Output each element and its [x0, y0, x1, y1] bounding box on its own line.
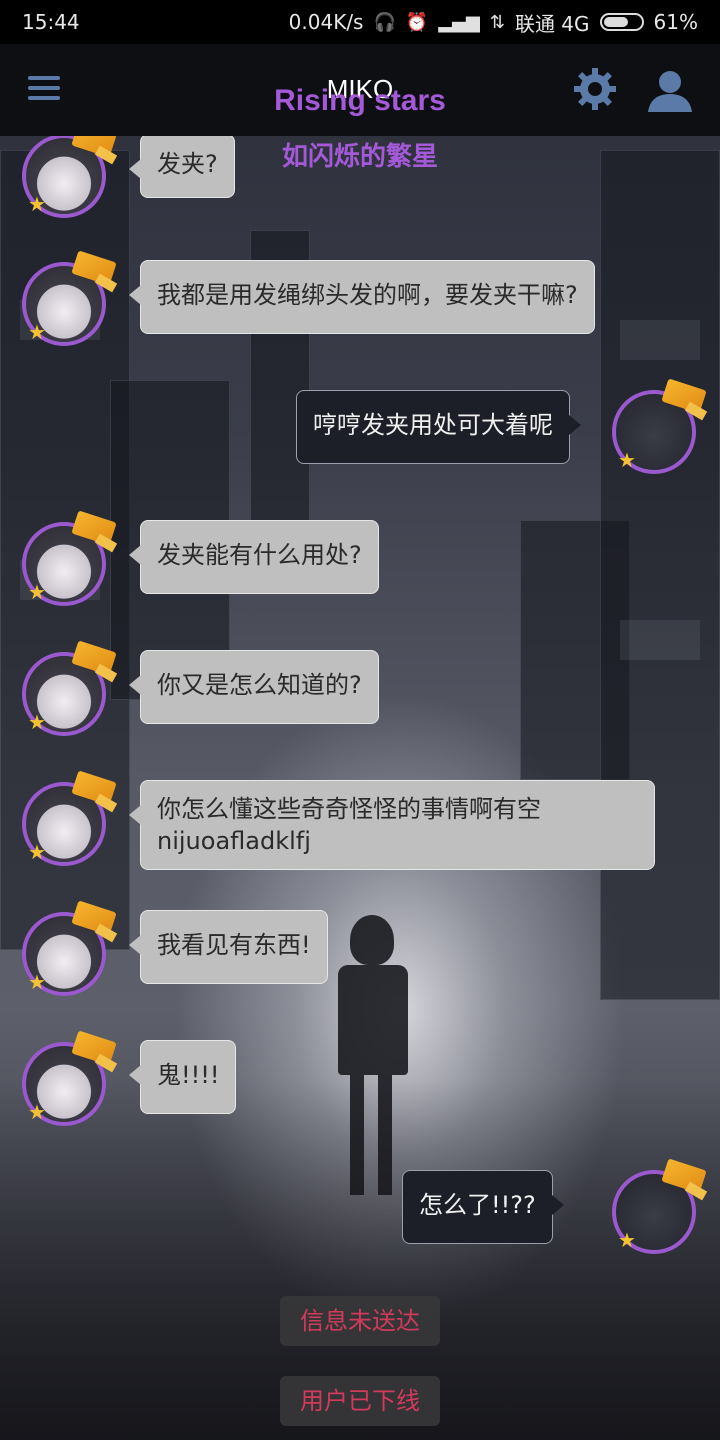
- message-bubble[interactable]: 你又是怎么知道的?: [129, 650, 379, 724]
- message-text: 你怎么懂这些奇奇怪怪的事情啊有空: [157, 795, 541, 823]
- status-time: 15:44: [22, 10, 80, 34]
- user-icon[interactable]: [646, 70, 694, 112]
- my-avatar[interactable]: ★: [610, 378, 708, 474]
- signal-icon: ▂▄▆: [438, 11, 480, 33]
- star-icon: ★: [28, 710, 46, 734]
- message-bubble[interactable]: 我看见有东西!: [129, 910, 328, 984]
- contact-avatar[interactable]: ★: [20, 1030, 118, 1126]
- contact-avatar[interactable]: ★: [20, 900, 118, 996]
- app-bar: MIKO Rising stars: [0, 44, 720, 136]
- contact-avatar[interactable]: ★: [20, 770, 118, 866]
- battery-icon: [599, 13, 644, 31]
- message-text: 哼哼发夹用处可大着呢: [313, 411, 553, 439]
- contact-avatar[interactable]: ★: [20, 640, 118, 736]
- net-speed: 0.04K/s: [288, 10, 364, 34]
- message-text: 鬼!!!!: [157, 1061, 220, 1089]
- brand-subtitle: 如闪烁的繁星: [281, 142, 438, 172]
- star-icon: ★: [28, 1100, 46, 1124]
- offline-notice: 用户已下线: [280, 1376, 440, 1426]
- my-avatar[interactable]: ★: [610, 1158, 708, 1254]
- message-bubble[interactable]: 鬼!!!!: [128, 1040, 237, 1114]
- message-text: 我都是用发绳绑头发的啊，要发夹干嘛?: [157, 281, 578, 309]
- star-icon: ★: [618, 1228, 636, 1252]
- star-icon: ★: [28, 840, 46, 864]
- contact-avatar[interactable]: ★: [20, 510, 118, 606]
- message-text: 我看见有东西!: [157, 931, 311, 959]
- gear-icon[interactable]: [572, 66, 618, 112]
- message-bubble[interactable]: 哼哼发夹用处可大着呢: [296, 390, 581, 464]
- star-icon: ★: [28, 320, 46, 344]
- carrier-label: 联通 4G: [514, 11, 590, 36]
- message-bubble[interactable]: 怎么了!!??: [402, 1170, 564, 1244]
- battery-percent: 61%: [653, 10, 698, 34]
- message-bubble[interactable]: 你怎么懂这些奇奇怪怪的事情啊有空 nijuoafladklfj: [129, 780, 655, 870]
- message-text: 怎么了!!??: [419, 1191, 536, 1219]
- data-arrows-icon: ⇅: [489, 11, 505, 33]
- star-icon: ★: [28, 192, 46, 216]
- message-text-line2: nijuoafladklfj: [157, 827, 311, 855]
- star-icon: ★: [28, 970, 46, 994]
- message-text: 发夹能有什么用处?: [157, 541, 362, 569]
- chat-list[interactable]: ★ 发夹? ★ 我都是用发绳绑头发的啊，要发夹干嘛? 哼哼发夹用处可大着呢 ★ …: [0, 136, 720, 1440]
- message-bubble[interactable]: 发夹能有什么用处?: [129, 520, 379, 594]
- undelivered-notice: 信息未送达: [280, 1296, 440, 1346]
- message-bubble[interactable]: 我都是用发绳绑头发的啊，要发夹干嘛?: [129, 260, 595, 334]
- star-icon: ★: [28, 580, 46, 604]
- headphones-icon: 🎧: [373, 11, 396, 33]
- star-icon: ★: [618, 448, 636, 472]
- status-bar: 15:44 0.04K/s 🎧 ⏰ ▂▄▆ ⇅ 联通 4G 61%: [0, 0, 720, 44]
- message-text: 你又是怎么知道的?: [157, 671, 362, 699]
- alarm-icon: ⏰: [405, 11, 429, 33]
- contact-avatar[interactable]: ★: [20, 250, 118, 346]
